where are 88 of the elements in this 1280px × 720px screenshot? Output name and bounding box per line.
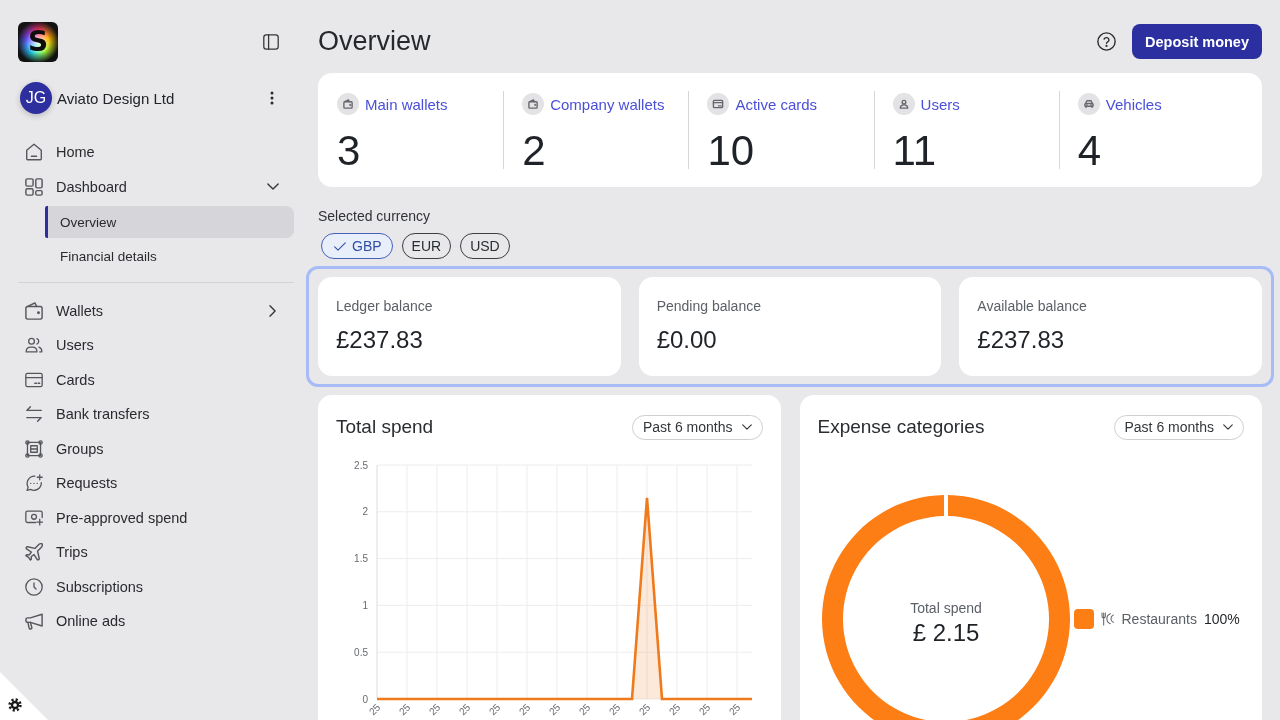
- clock-icon: [25, 577, 43, 596]
- org-name: Aviato Design Ltd: [57, 89, 176, 107]
- stat-value: 4: [1077, 130, 1103, 172]
- currency-chip[interactable]: GBP: [321, 233, 393, 259]
- axis-label: 25: [576, 701, 593, 718]
- plane-icon: [25, 543, 43, 562]
- balance-label: Available balance: [977, 298, 1088, 315]
- axis-label: 0.5: [354, 646, 368, 658]
- axis-label: 25: [426, 701, 443, 718]
- cutlery-icon: [1100, 612, 1114, 626]
- panel-icon[interactable]: [263, 34, 279, 50]
- axis-label: 25: [366, 701, 383, 718]
- avatar: JG: [20, 82, 52, 114]
- app-logo: S: [18, 22, 58, 62]
- period-dropdown[interactable]: Past 6 months: [1113, 414, 1244, 440]
- nav-item[interactable]: Trips: [18, 535, 294, 570]
- nav-item[interactable]: Subscriptions: [18, 569, 294, 604]
- nav-item[interactable]: Users: [18, 328, 294, 363]
- nav-item[interactable]: Groups: [18, 431, 294, 466]
- axis-label: 1: [362, 599, 368, 611]
- axis-label: 25: [456, 701, 473, 718]
- more-icon[interactable]: [270, 91, 274, 105]
- stat-value: 3: [337, 130, 362, 172]
- axis-label: 0: [362, 693, 368, 705]
- wallet-icon: [25, 301, 43, 320]
- legend-share: 100%: [1204, 611, 1240, 627]
- balance-label: Pending balance: [656, 298, 762, 315]
- users-icon: [25, 336, 43, 355]
- stat-link[interactable]: Active cards: [735, 95, 818, 113]
- chat-plus-icon: [25, 474, 43, 493]
- nav-subitem[interactable]: Overview: [45, 206, 294, 238]
- stat-value: 11: [892, 130, 938, 172]
- axis-label: 25: [666, 701, 683, 718]
- card-icon: [25, 370, 43, 389]
- page-title: Overview: [318, 26, 432, 57]
- frame-icon: [25, 439, 43, 458]
- card-title: Expense categories: [817, 416, 985, 438]
- nav-item[interactable]: Home: [18, 135, 294, 170]
- wallet-icon: [337, 93, 359, 115]
- nav-subitem[interactable]: Financial details: [45, 240, 294, 272]
- center-value: £ 2.15: [912, 619, 979, 646]
- balance-value: £237.83: [336, 326, 424, 354]
- nav-item[interactable]: Dashboard: [18, 169, 294, 204]
- axis-label: 25: [696, 701, 713, 718]
- chevron-down-icon: [741, 424, 752, 430]
- stat-link[interactable]: Users: [920, 95, 960, 113]
- help-icon[interactable]: [1097, 32, 1117, 51]
- stat-value: 2: [522, 130, 547, 172]
- period-dropdown[interactable]: Past 6 months: [632, 414, 763, 440]
- grid-icon: [25, 177, 43, 196]
- balance-label: Ledger balance: [336, 298, 434, 315]
- car-icon: [1077, 93, 1100, 115]
- card-icon: [707, 93, 730, 115]
- stat-link[interactable]: Vehicles: [1105, 95, 1162, 113]
- center-label: Total spend: [909, 600, 982, 616]
- stat-link[interactable]: Main wallets: [365, 95, 448, 113]
- nav-item[interactable]: Online ads: [18, 604, 294, 639]
- nav-item[interactable]: Cards: [18, 362, 294, 397]
- nav-item[interactable]: Pre-approved spend: [18, 500, 294, 535]
- deposit-button[interactable]: Deposit money: [1132, 24, 1262, 59]
- balance-value: £0.00: [656, 326, 718, 354]
- user-icon: [892, 93, 915, 115]
- axis-label: 25: [546, 701, 563, 718]
- nav-item[interactable]: Bank transfers: [18, 397, 294, 432]
- axis-label: 2.5: [354, 459, 368, 471]
- check-icon: [334, 241, 346, 251]
- axis-label: 25: [486, 701, 503, 718]
- currency-label: Selected currency: [318, 208, 432, 225]
- axis-label: 25: [726, 701, 743, 718]
- stat-value: 10: [707, 130, 756, 172]
- chevron-down-icon: [1223, 424, 1233, 430]
- axis-label: 25: [606, 701, 623, 718]
- balance-value: £237.83: [977, 326, 1066, 354]
- axis-label: 1.5: [354, 553, 368, 565]
- banknote-plus-icon: [25, 508, 43, 527]
- wallet-icon: [522, 93, 545, 115]
- nav-item[interactable]: Wallets: [18, 293, 294, 328]
- home-icon: [25, 143, 43, 162]
- axis-label: 25: [636, 701, 653, 718]
- axis-label: 25: [396, 701, 413, 718]
- axis-label: 25: [516, 701, 533, 718]
- legend-label: Restaurants: [1121, 611, 1197, 627]
- card-title: Total spend: [336, 416, 434, 438]
- nav-item[interactable]: Requests: [18, 466, 294, 501]
- stat-link[interactable]: Company wallets: [550, 95, 665, 113]
- megaphone-icon: [25, 612, 43, 631]
- axis-label: 2: [362, 506, 368, 518]
- settings-icon: [8, 698, 22, 712]
